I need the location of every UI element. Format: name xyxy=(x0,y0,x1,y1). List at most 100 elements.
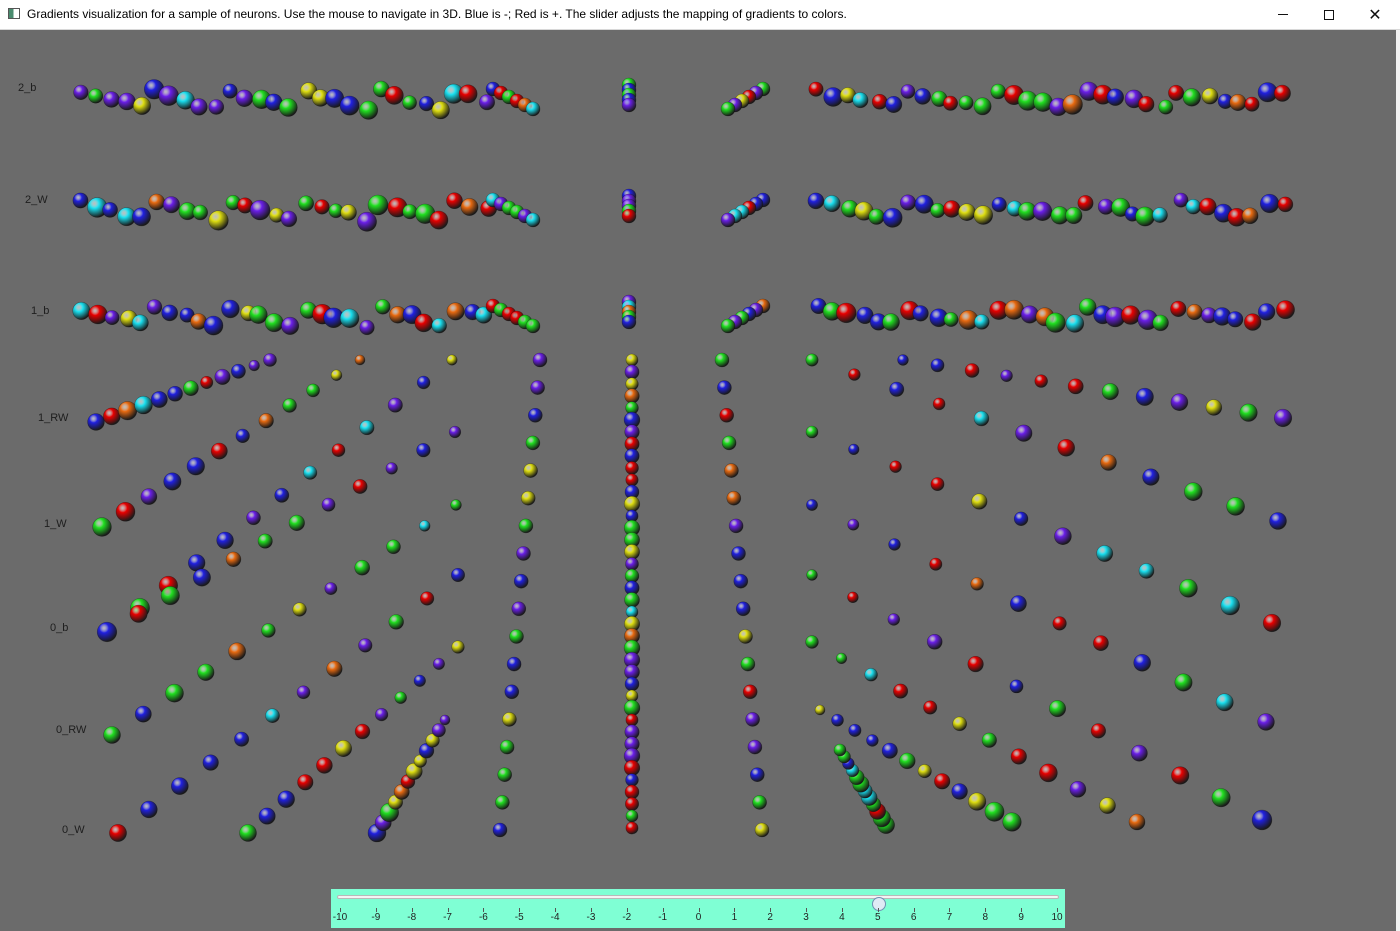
neuron-sphere xyxy=(385,462,398,475)
neuron-sphere xyxy=(806,499,818,511)
neuron-sphere xyxy=(1099,797,1116,814)
3d-scene-canvas[interactable]: 2_b 2_W 1_b 1_RW 1_W 0_b 0_RW 0_W xyxy=(0,30,1400,931)
minimize-button[interactable] xyxy=(1260,0,1306,29)
neuron-sphere xyxy=(303,465,318,480)
neuron-sphere xyxy=(917,764,932,779)
neuron-sphere xyxy=(1049,700,1067,718)
neuron-sphere xyxy=(432,657,445,670)
neuron-sphere xyxy=(109,824,127,842)
neuron-sphere xyxy=(912,305,929,322)
neuron-sphere xyxy=(625,821,639,835)
neuron-sphere xyxy=(263,353,277,367)
neuron-sphere xyxy=(847,591,859,603)
neuron-sphere xyxy=(973,97,992,116)
neuron-sphere xyxy=(388,614,404,630)
neuron-sphere xyxy=(354,723,371,740)
neuron-sphere xyxy=(625,461,639,475)
neuron-sphere xyxy=(752,795,767,810)
neuron-sphere xyxy=(321,497,336,512)
neuron-sphere xyxy=(148,193,165,211)
neuron-sphere xyxy=(161,304,178,322)
neuron-sphere xyxy=(386,539,401,555)
slider-thumb[interactable] xyxy=(871,897,886,911)
neuron-sphere xyxy=(92,517,112,537)
neuron-sphere xyxy=(448,425,462,439)
neuron-spheres-plot[interactable] xyxy=(0,30,1400,931)
neuron-sphere xyxy=(1009,679,1024,694)
neuron-sphere xyxy=(129,604,148,623)
neuron-sphere xyxy=(942,95,958,111)
neuron-sphere xyxy=(530,380,545,395)
neuron-sphere xyxy=(914,88,932,105)
neuron-sphere xyxy=(458,84,478,104)
neuron-sphere xyxy=(932,397,946,411)
neuron-sphere xyxy=(882,313,900,331)
neuron-sphere xyxy=(1065,206,1083,225)
neuron-sphere xyxy=(967,655,984,673)
neuron-sphere xyxy=(847,518,860,531)
title-bar[interactable]: Gradients visualization for a sample of … xyxy=(0,0,1400,30)
neuron-sphere xyxy=(951,783,968,800)
neuron-sphere xyxy=(814,704,826,716)
slider-track[interactable] xyxy=(337,895,1059,911)
neuron-sphere xyxy=(1152,207,1168,223)
neuron-sphere xyxy=(733,573,749,589)
neuron-sphere xyxy=(991,197,1007,213)
neuron-sphere xyxy=(375,299,391,315)
neuron-sphere xyxy=(502,712,517,727)
neuron-sphere xyxy=(1199,197,1217,216)
close-button[interactable]: ✕ xyxy=(1352,0,1398,29)
neuron-sphere xyxy=(974,314,990,330)
neuron-sphere xyxy=(384,86,404,105)
neuron-sphere xyxy=(625,773,639,787)
neuron-sphere xyxy=(525,101,541,117)
slider-tick-label: 0 xyxy=(695,912,702,923)
neuron-sphere xyxy=(754,822,770,838)
color-mapping-slider-panel[interactable]: -10 -9 -8 -7 -6 -5 -4 -3 -2 -1 0 1 2 3 4 5 6 7 8 9 10 xyxy=(331,889,1065,928)
maximize-button[interactable] xyxy=(1306,0,1352,29)
neuron-sphere xyxy=(888,538,901,551)
neuron-sphere xyxy=(431,101,450,120)
neuron-sphere xyxy=(316,757,333,774)
neuron-sphere xyxy=(492,822,508,838)
neuron-sphere xyxy=(738,629,753,644)
neuron-sphere xyxy=(1185,199,1202,215)
neuron-sphere xyxy=(221,299,240,319)
neuron-sphere xyxy=(439,714,451,726)
neuron-sphere xyxy=(1137,95,1155,113)
neuron-sphere xyxy=(258,807,276,825)
neuron-sphere xyxy=(964,363,980,378)
neuron-sphere xyxy=(833,743,847,757)
neuron-sphere xyxy=(186,457,205,476)
neuron-sphere xyxy=(1257,303,1276,321)
neuron-sphere xyxy=(518,518,534,534)
neuron-sphere xyxy=(1226,497,1245,516)
neuron-sphere xyxy=(1277,196,1294,213)
neuron-sphere xyxy=(72,192,89,209)
neuron-sphere xyxy=(1052,616,1067,631)
slider-tick-label: 2 xyxy=(767,912,773,923)
neuron-sphere xyxy=(306,383,320,398)
neuron-sphere xyxy=(1135,387,1154,406)
neuron-sphere xyxy=(281,316,300,335)
neuron-sphere xyxy=(192,568,211,587)
slider-tick-label: -8 xyxy=(407,912,417,923)
neuron-sphere xyxy=(88,304,108,325)
neuron-sphere xyxy=(296,685,311,700)
neuron-sphere xyxy=(298,195,314,212)
neuron-sphere xyxy=(261,623,276,638)
neuron-sphere xyxy=(354,354,366,366)
slider-tick-label: 5 xyxy=(874,912,881,923)
neuron-sphere xyxy=(889,460,902,473)
neuron-sphere xyxy=(1096,545,1114,562)
neuron-sphere xyxy=(823,87,844,107)
neuron-sphere xyxy=(413,674,426,687)
neuron-sphere xyxy=(724,463,739,478)
neuron-sphere xyxy=(624,784,640,800)
neuron-sphere xyxy=(324,582,338,595)
app-icon xyxy=(8,8,20,19)
neuron-sphere xyxy=(717,380,732,395)
neuron-sphere xyxy=(1010,748,1027,765)
neuron-sphere xyxy=(431,318,447,334)
window-title: Gradients visualization for a sample of … xyxy=(27,7,847,21)
